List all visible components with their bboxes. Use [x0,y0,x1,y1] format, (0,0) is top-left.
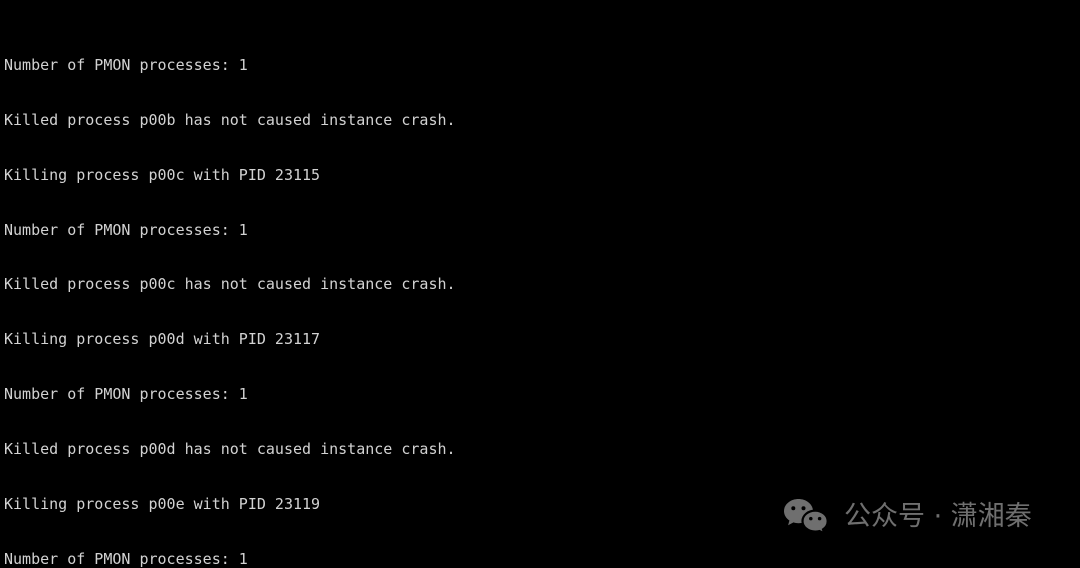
watermark-text: 公众号 · 潇湘秦 [844,500,1032,532]
terminal-line: Killing process p00c with PID 23115 [4,165,321,184]
terminal-line: Killed process p00d has not caused insta… [4,440,456,459]
terminal-line: Killing process p00e with PID 23119 [4,495,321,514]
terminal-line: Killing process p00d with PID 23117 [4,330,321,349]
terminal-line: Killed process p00c has not caused insta… [4,275,456,294]
wechat-logo [782,497,830,537]
terminal-line: Number of PMON processes: 1 [4,220,248,239]
terminal-window[interactable]: Number of PMON processes: 1 Killed proce… [0,0,1080,568]
terminal-output: Number of PMON processes: 1 Killed proce… [4,1,636,568]
terminal-line: Number of PMON processes: 1 [4,549,248,568]
terminal-line: Number of PMON processes: 1 [4,55,248,74]
terminal-line: Killed process p00b has not caused insta… [4,110,456,129]
terminal-line: Number of PMON processes: 1 [4,385,248,404]
wechat-watermark: 公众号 · 潇湘秦 [782,497,1032,537]
